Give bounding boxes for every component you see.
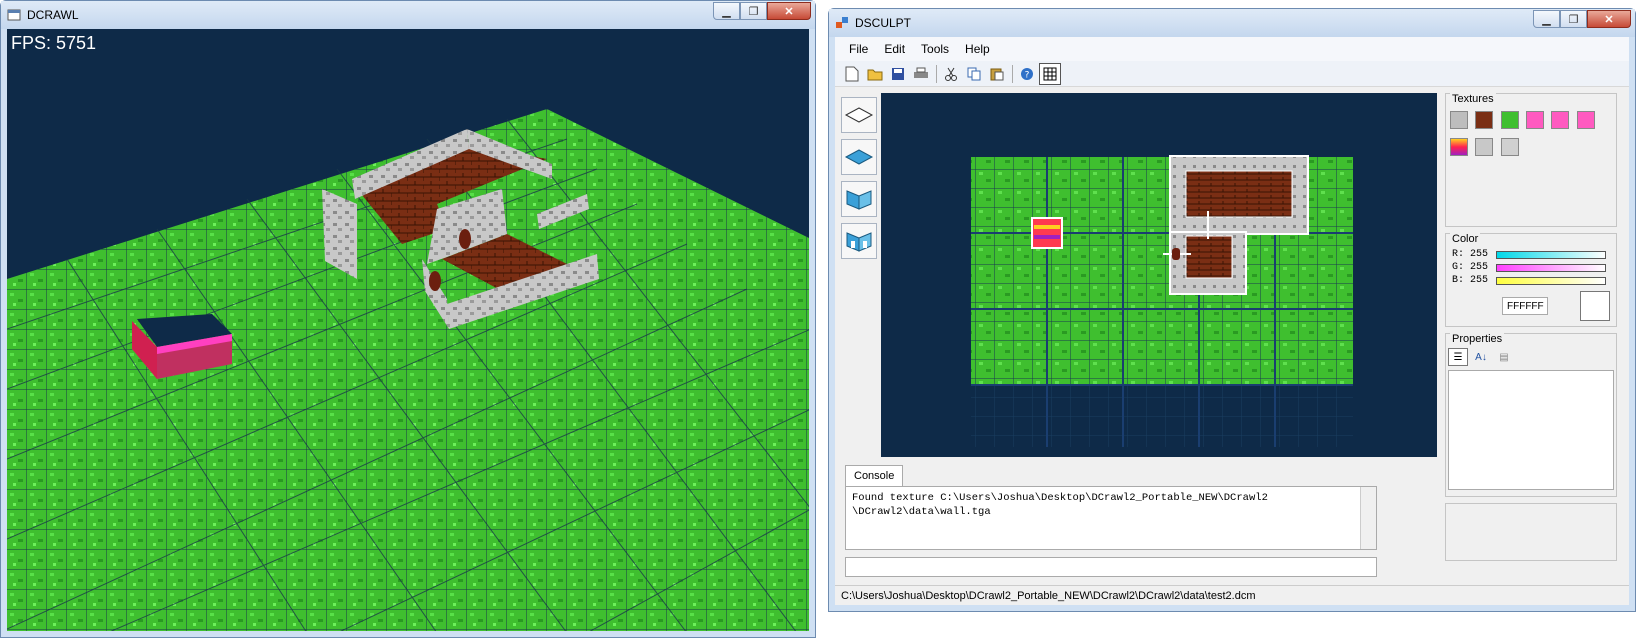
menu-help[interactable]: Help bbox=[957, 42, 998, 56]
menu-tools[interactable]: Tools bbox=[913, 42, 957, 56]
textures-title: Textures bbox=[1450, 93, 1496, 105]
texture-stone-2[interactable] bbox=[1475, 138, 1494, 156]
cut-icon[interactable] bbox=[940, 63, 962, 85]
blue-slider[interactable] bbox=[1496, 276, 1607, 285]
console-line: Found texture C:\Users\Joshua\Desktop\DC… bbox=[852, 492, 1268, 504]
map-editor-viewport[interactable] bbox=[881, 93, 1437, 457]
property-description bbox=[1445, 503, 1617, 561]
toolbar-separator bbox=[936, 64, 937, 83]
texture-grass[interactable] bbox=[1500, 111, 1519, 129]
console-line: \DCrawl2\data\wall.tga bbox=[852, 506, 991, 518]
map-grid bbox=[971, 155, 1353, 447]
door-wall-icon[interactable] bbox=[841, 223, 877, 259]
open-folder-icon[interactable] bbox=[864, 63, 886, 85]
red-slider[interactable] bbox=[1496, 250, 1607, 259]
minimize-button[interactable]: ▁ bbox=[713, 2, 740, 20]
property-grid[interactable] bbox=[1448, 370, 1614, 490]
paste-icon[interactable] bbox=[986, 63, 1008, 85]
property-pages-icon[interactable]: ▤ bbox=[1494, 348, 1514, 366]
hex-row: FFFFFF bbox=[1446, 287, 1616, 321]
green-row: G: 255 bbox=[1446, 261, 1616, 274]
toolbar-separator bbox=[1012, 64, 1013, 83]
colored-tile[interactable] bbox=[1031, 217, 1063, 249]
dcrawl-window: DCRAWL ▁ ❐ ✕ FPS: 5751 bbox=[0, 0, 816, 638]
minimize-button[interactable]: ▁ bbox=[1533, 10, 1560, 28]
grid-toggle-icon[interactable] bbox=[1039, 62, 1061, 85]
help-icon[interactable]: ? bbox=[1016, 63, 1038, 85]
color-title: Color bbox=[1450, 233, 1481, 245]
colored-tile-stripe bbox=[1034, 235, 1060, 239]
red-row: R: 255 bbox=[1446, 248, 1616, 261]
dcrawl-titlebar[interactable]: DCRAWL ▁ ❐ ✕ bbox=[1, 1, 815, 29]
new-file-icon[interactable] bbox=[841, 63, 863, 85]
status-file-path: C:\Users\Joshua\Desktop\DCrawl2_Portable… bbox=[841, 589, 1256, 602]
3d-viewport[interactable]: FPS: 5751 bbox=[7, 29, 809, 631]
texture-wall[interactable] bbox=[1500, 138, 1519, 156]
properties-title: Properties bbox=[1450, 333, 1505, 345]
copy-icon[interactable] bbox=[963, 63, 985, 85]
console-scrollbar[interactable] bbox=[1360, 487, 1376, 549]
green-label: G: 255 bbox=[1452, 262, 1489, 273]
right-side-panel: Textures Color R: 255 G: 255 B: 255 FFFF… bbox=[1445, 93, 1617, 567]
window-title: DCRAWL bbox=[27, 8, 79, 22]
tab-console[interactable]: Console bbox=[845, 465, 904, 486]
dsculpt-titlebar[interactable]: DSCULPT ▁ ❐ ✕ bbox=[829, 9, 1635, 37]
wall-icon[interactable] bbox=[841, 181, 877, 217]
door bbox=[429, 271, 441, 291]
console-input[interactable] bbox=[845, 557, 1377, 577]
red-label: R: 255 bbox=[1452, 249, 1489, 260]
room-floor[interactable] bbox=[1185, 235, 1233, 279]
door bbox=[1172, 248, 1180, 260]
svg-text:?: ? bbox=[1025, 70, 1030, 80]
texture-door[interactable] bbox=[1475, 111, 1494, 129]
save-icon[interactable] bbox=[887, 63, 909, 85]
texture-pink-3[interactable] bbox=[1576, 111, 1595, 129]
room-floor[interactable] bbox=[1185, 170, 1293, 218]
menu-edit[interactable]: Edit bbox=[876, 42, 913, 56]
green-slider[interactable] bbox=[1496, 263, 1607, 272]
colored-tile-stripe bbox=[1034, 225, 1060, 229]
texture-pink-2[interactable] bbox=[1551, 111, 1570, 129]
console-output[interactable]: Found texture C:\Users\Joshua\Desktop\DC… bbox=[845, 486, 1377, 550]
floor-filled-icon[interactable] bbox=[841, 139, 877, 175]
alphabetical-sort-icon[interactable]: A↓ bbox=[1471, 348, 1491, 366]
door bbox=[459, 229, 471, 249]
app-icon bbox=[836, 17, 848, 28]
textures-group: Textures bbox=[1445, 93, 1617, 227]
main-toolbar: ? bbox=[835, 61, 1629, 87]
print-icon[interactable] bbox=[910, 63, 932, 85]
blue-label: B: 255 bbox=[1452, 275, 1489, 286]
maximize-button[interactable]: ❐ bbox=[1560, 10, 1587, 28]
window-title: DSCULPT bbox=[855, 16, 912, 30]
3d-scene bbox=[7, 109, 809, 631]
status-bar: C:\Users\Joshua\Desktop\DCrawl2_Portable… bbox=[835, 585, 1629, 605]
blue-row: B: 255 bbox=[1446, 274, 1616, 287]
close-button[interactable]: ✕ bbox=[1587, 10, 1631, 28]
maximize-button[interactable]: ❐ bbox=[740, 2, 767, 20]
menu-bar: File Edit Tools Help bbox=[835, 37, 1629, 61]
categorized-icon[interactable]: ☰ bbox=[1448, 348, 1468, 366]
dsculpt-client: File Edit Tools Help ? Textures Color R:… bbox=[835, 37, 1629, 605]
properties-group: Properties ☰ A↓ ▤ bbox=[1445, 333, 1617, 497]
color-swatch[interactable] bbox=[1580, 291, 1610, 321]
close-button[interactable]: ✕ bbox=[767, 2, 811, 20]
texture-stone[interactable] bbox=[1450, 111, 1468, 129]
texture-striped[interactable] bbox=[1450, 138, 1468, 156]
dsculpt-window: DSCULPT ▁ ❐ ✕ File Edit Tools Help ? Tex… bbox=[828, 8, 1636, 612]
floor-outline-icon[interactable] bbox=[841, 97, 877, 133]
tool-palette bbox=[841, 97, 877, 265]
hex-color-input[interactable]: FFFFFF bbox=[1502, 297, 1548, 315]
texture-pink[interactable] bbox=[1526, 111, 1545, 129]
app-icon bbox=[7, 9, 21, 21]
bottom-tabs: Console bbox=[845, 465, 904, 487]
fps-counter: FPS: 5751 bbox=[11, 33, 97, 53]
menu-file[interactable]: File bbox=[841, 42, 876, 56]
color-group: Color R: 255 G: 255 B: 255 FFFFFF bbox=[1445, 233, 1617, 327]
